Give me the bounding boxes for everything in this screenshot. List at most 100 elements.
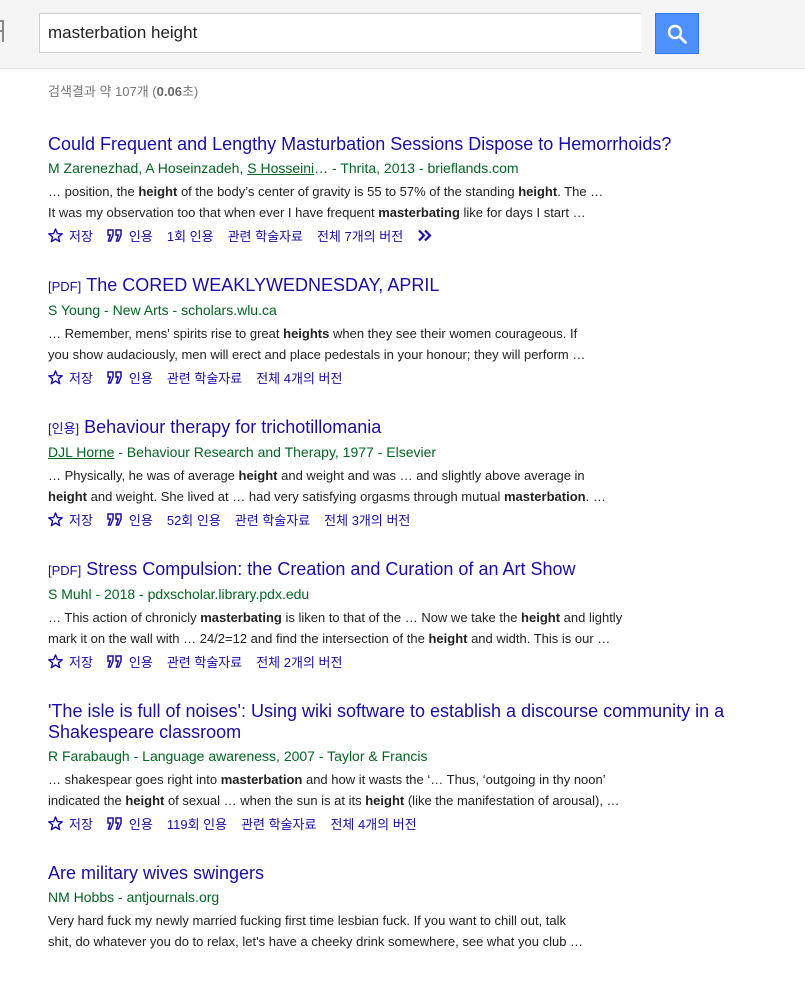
result-type-tag: [인용] (48, 421, 80, 436)
result-title[interactable]: [PDF] Stress Compulsion: the Creation and… (48, 559, 738, 581)
cited-by-link[interactable]: 52회 인용 (167, 510, 221, 529)
result-meta: DJL Horne - Behaviour Research and Thera… (48, 443, 738, 461)
save-link[interactable]: 저장 (48, 814, 93, 833)
save-link[interactable]: 저장 (48, 652, 93, 671)
meta-source: - Behaviour Research and Therapy, 1977 -… (114, 444, 437, 460)
snippet-text: and lightly (560, 610, 623, 625)
save-label: 저장 (69, 816, 93, 832)
snippet-text: (like the manifestation of arousal), … (404, 793, 620, 808)
result-item: [PDF] Stress Compulsion: the Creation and… (48, 559, 738, 671)
all-versions-link[interactable]: 전체 7개의 버전 (317, 226, 403, 245)
meta-authors: NM Hobbs - antjournals.org (48, 889, 220, 905)
snippet-text: like for days I start … (459, 205, 586, 220)
result-title[interactable]: [PDF] The CORED WEAKLYWEDNESDAY, APRIL (48, 275, 738, 297)
highlight-term: masterbation (503, 489, 586, 504)
save-link[interactable]: 저장 (48, 226, 93, 245)
result-meta: M Zarenezhad, A Hoseinzadeh, S Hosseini…… (48, 159, 738, 177)
save-link[interactable]: 저장 (48, 510, 93, 529)
meta-authors: S Young - New Arts - scholars.wlu.ca (48, 302, 277, 318)
snippet-line: mark it on the wall with … 24/2=12 and f… (48, 628, 738, 649)
author-link[interactable]: S Hosseini (247, 160, 314, 176)
snippet-text: indicated the (48, 793, 126, 808)
cite-link[interactable]: 인용 (107, 814, 153, 833)
result-meta: S Young - New Arts - scholars.wlu.ca (48, 301, 738, 319)
all-versions-link[interactable]: 전체 4개의 버전 (330, 814, 416, 833)
highlight-term: height (125, 793, 165, 808)
snippet-line: … Physically, he was of average height a… (48, 465, 738, 486)
cite-link[interactable]: 인용 (107, 510, 153, 529)
star-icon (48, 653, 69, 669)
related-articles-link[interactable]: 관련 학술자료 (228, 226, 303, 245)
snippet-text: of the body’s center of gravity is 55 to… (177, 184, 519, 199)
more-actions-button[interactable] (417, 229, 441, 242)
related-articles-link[interactable]: 관련 학술자료 (167, 368, 242, 387)
snippet-text: you show audaciously, men will erect and… (48, 347, 586, 362)
meta-source: … - Thrita, 2013 - brieflands.com (314, 160, 519, 176)
double-chevron-right-icon (417, 229, 441, 242)
cited-by-link[interactable]: 1회 인용 (167, 226, 214, 245)
result-title[interactable]: Could Frequent and Lengthy Masturbation … (48, 134, 738, 155)
result-title[interactable]: [인용] Behaviour therapy for trichotilloman… (48, 417, 738, 439)
result-item: [PDF] The CORED WEAKLYWEDNESDAY, APRIL S Y… (48, 275, 738, 387)
cite-label: 인용 (128, 370, 153, 386)
result-type-tag: [PDF] (48, 279, 82, 294)
meta-authors: R Farabaugh - Language awareness, 2007 -… (48, 748, 428, 764)
cite-label: 인용 (128, 654, 153, 670)
related-articles-link[interactable]: 관련 학술자료 (235, 510, 310, 529)
quote-icon (107, 228, 129, 242)
related-articles-link[interactable]: 관련 학술자료 (241, 814, 316, 833)
snippet-text: … Physically, he was of average (48, 468, 239, 483)
result-title-text[interactable]: Stress Compulsion: the Creation and Cura… (86, 559, 575, 579)
cite-link[interactable]: 인용 (107, 368, 153, 387)
snippet-text: … position, the (48, 184, 139, 199)
highlight-term: masterbating (378, 205, 460, 220)
result-meta: R Farabaugh - Language awareness, 2007 -… (48, 747, 738, 765)
highlight-term: height (48, 489, 87, 504)
search-button[interactable] (655, 13, 699, 54)
cite-label: 인용 (128, 512, 153, 528)
result-title-text[interactable]: Behaviour therapy for trichotillomania (84, 417, 381, 437)
results-list: Could Frequent and Lengthy Masturbation … (48, 134, 738, 982)
snippet-text: and weight and was … and slightly above … (277, 468, 585, 483)
snippet-line: Very hard fuck my newly married fucking … (48, 910, 738, 931)
save-label: 저장 (69, 654, 93, 670)
result-title[interactable]: Are military wives swingers (48, 863, 738, 884)
cited-by-link[interactable]: 119회 인용 (167, 814, 227, 833)
all-versions-link[interactable]: 전체 2개의 버전 (256, 652, 342, 671)
result-title[interactable]: 'The isle is full of noises': Using wiki… (48, 701, 738, 743)
save-label: 저장 (69, 370, 93, 386)
snippet-text: mark it on the wall with … 24/2=12 and f… (48, 631, 429, 646)
result-item: 'The isle is full of noises': Using wiki… (48, 701, 738, 833)
result-item: Could Frequent and Lengthy Masturbation … (48, 134, 738, 245)
snippet-line: indicated the height of sexual … when th… (48, 790, 738, 811)
cite-label: 인용 (128, 816, 153, 832)
snippet-line: It was my observation too that when ever… (48, 202, 738, 223)
cite-label: 인용 (128, 228, 153, 244)
highlight-term: masterbating (200, 610, 282, 625)
snippet-text: shit, do whatever you do to relax, let's… (48, 934, 584, 949)
result-title-text[interactable]: 'The isle is full of noises': Using wiki… (48, 701, 724, 742)
snippet-line: … shakespear goes right into masterbatio… (48, 769, 738, 790)
result-title-text[interactable]: Could Frequent and Lengthy Masturbation … (48, 134, 671, 154)
snippet-line: shit, do whatever you do to relax, let's… (48, 931, 738, 952)
snippet-text: and how it wasts the ‘… Thus, ‘outgoing … (302, 772, 606, 787)
search-input[interactable] (39, 13, 641, 53)
all-versions-link[interactable]: 전체 3개의 버전 (324, 510, 410, 529)
highlight-term: height (365, 793, 405, 808)
snippet-line: you show audaciously, men will erect and… (48, 344, 738, 365)
highlight-term: height (138, 184, 178, 199)
star-icon (48, 227, 69, 243)
result-title-text[interactable]: The CORED WEAKLYWEDNESDAY, APRIL (86, 275, 439, 295)
result-title-text[interactable]: Are military wives swingers (48, 863, 264, 883)
all-versions-link[interactable]: 전체 4개의 버전 (256, 368, 342, 387)
snippet-line: … Remember, mens' spirits rise to great … (48, 323, 738, 344)
snippet-text: … Remember, mens' spirits rise to great (48, 326, 284, 341)
meta-authors: S Muhl - 2018 - pdxscholar.library.pdx.e… (48, 586, 310, 602)
save-link[interactable]: 저장 (48, 368, 93, 387)
author-link[interactable]: DJL Horne (48, 444, 114, 460)
result-snippet: … shakespear goes right into masterbatio… (48, 769, 738, 811)
search-icon (667, 24, 687, 44)
cite-link[interactable]: 인용 (107, 226, 153, 245)
related-articles-link[interactable]: 관련 학술자료 (167, 652, 242, 671)
cite-link[interactable]: 인용 (107, 652, 153, 671)
